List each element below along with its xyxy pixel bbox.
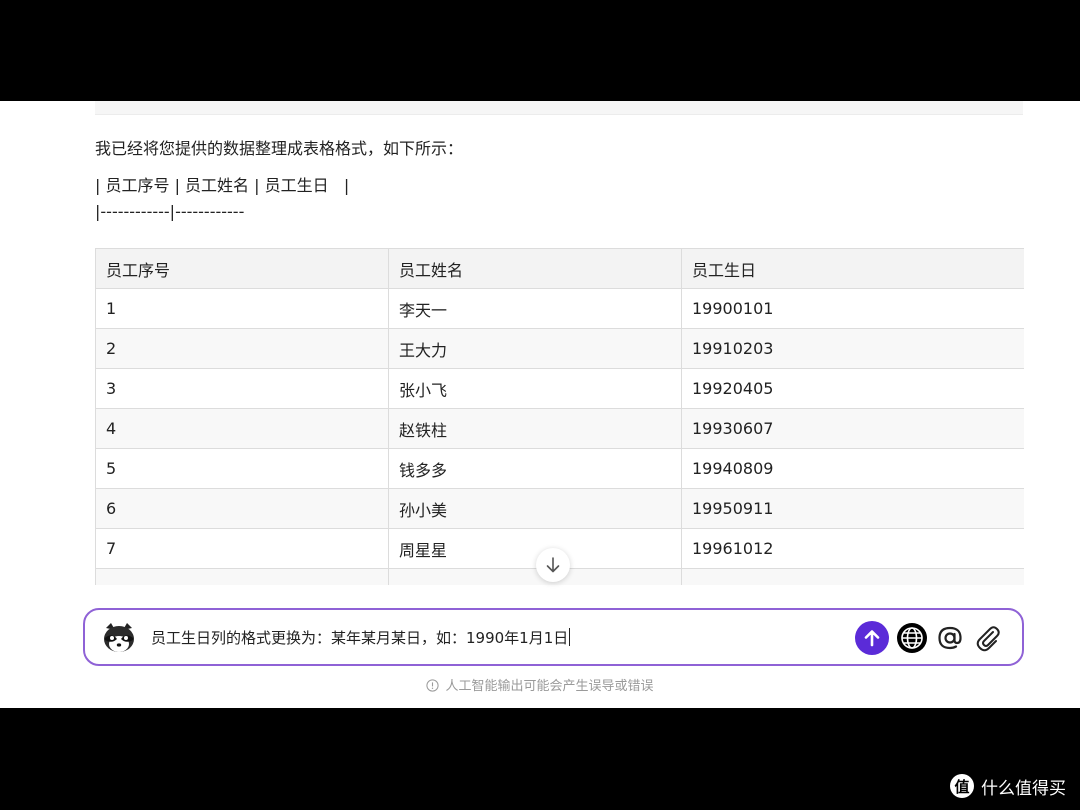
scroll-to-bottom-button[interactable] [536, 548, 570, 582]
header-employee-name: 员工姓名 [388, 248, 682, 289]
cell-name: 王大力 [388, 328, 682, 369]
web-search-button[interactable] [895, 621, 929, 655]
cell-name: 张小飞 [388, 368, 682, 409]
cell-birthday: 19910203 [681, 328, 1024, 369]
chat-input-bar: 员工生日列的格式更换为：某年某月某日，如：1990年1月1日 [83, 608, 1024, 666]
watermark: 值 什么值得买 [950, 772, 1066, 800]
disclaimer-text: 人工智能输出可能会产生误导或错误 [445, 679, 654, 694]
attach-file-button[interactable] [971, 621, 1005, 655]
markdown-header-line: | 员工序号 | 员工姓名 | 员工生日 | [95, 176, 350, 195]
ai-disclaimer: 人工智能输出可能会产生误导或错误 [0, 678, 1080, 696]
header-employee-birthday: 员工生日 [681, 248, 1024, 289]
globe-icon [897, 623, 927, 653]
chat-input-value: 员工生日列的格式更换为：某年某月某日，如：1990年1月1日 [151, 629, 569, 647]
mention-button[interactable] [933, 621, 967, 655]
cell-id: 4 [95, 408, 389, 449]
arrow-up-icon [864, 630, 880, 647]
cell-id: 5 [95, 448, 389, 489]
chat-input[interactable]: 员工生日列的格式更换为：某年某月某日，如：1990年1月1日 [151, 627, 571, 649]
employee-table-container: 员工序号 员工姓名 员工生日 1 李天一 19900101 2 王大力 1991… [95, 248, 1024, 585]
cell-name [388, 568, 682, 585]
header-employee-id: 员工序号 [95, 248, 389, 289]
assistant-intro-text: 我已经将您提供的数据整理成表格格式，如下所示： [95, 139, 464, 158]
table-row: 5 钱多多 19940809 [95, 448, 1024, 489]
at-icon [938, 626, 962, 650]
employee-table: 员工序号 员工姓名 员工生日 1 李天一 19900101 2 王大力 1991… [95, 248, 1024, 585]
cell-birthday: 19920405 [681, 368, 1024, 409]
table-row: 3 张小飞 19920405 [95, 368, 1024, 409]
cell-birthday: 19950911 [681, 488, 1024, 529]
raccoon-avatar-icon [104, 623, 134, 652]
cell-birthday: 19900101 [681, 288, 1024, 329]
paperclip-icon [976, 626, 1000, 652]
arrow-down-icon [546, 557, 560, 573]
watermark-text: 什么值得买 [981, 778, 1066, 799]
cell-name: 赵铁柱 [388, 408, 682, 449]
cell-birthday: 19930607 [681, 408, 1024, 449]
cell-id [95, 568, 389, 585]
cell-id: 1 [95, 288, 389, 329]
cell-name: 李天一 [388, 288, 682, 329]
table-row: 6 孙小美 19950911 [95, 488, 1024, 529]
cell-name: 周星星 [388, 528, 682, 569]
table-row: 4 赵铁柱 19930607 [95, 408, 1024, 449]
cell-id: 3 [95, 368, 389, 409]
markdown-separator-line: |------------|------------ [95, 202, 245, 221]
cell-id: 6 [95, 488, 389, 529]
table-row: 2 王大力 19910203 [95, 328, 1024, 369]
chat-screen: 我已经将您提供的数据整理成表格格式，如下所示： | 员工序号 | 员工姓名 | … [0, 101, 1080, 708]
text-caret [569, 628, 571, 646]
cell-id: 7 [95, 528, 389, 569]
send-button[interactable] [855, 621, 889, 655]
cell-id: 2 [95, 328, 389, 369]
cell-birthday: 19940809 [681, 448, 1024, 489]
cell-name: 钱多多 [388, 448, 682, 489]
previous-message-block [95, 101, 1023, 115]
table-row: 1 李天一 19900101 [95, 288, 1024, 329]
table-header-row: 员工序号 员工姓名 员工生日 [95, 248, 1024, 289]
cell-birthday [681, 568, 1024, 585]
cell-birthday: 19961012 [681, 528, 1024, 569]
info-icon [426, 679, 440, 692]
cell-name: 孙小美 [388, 488, 682, 529]
watermark-logo: 值 [950, 774, 974, 798]
